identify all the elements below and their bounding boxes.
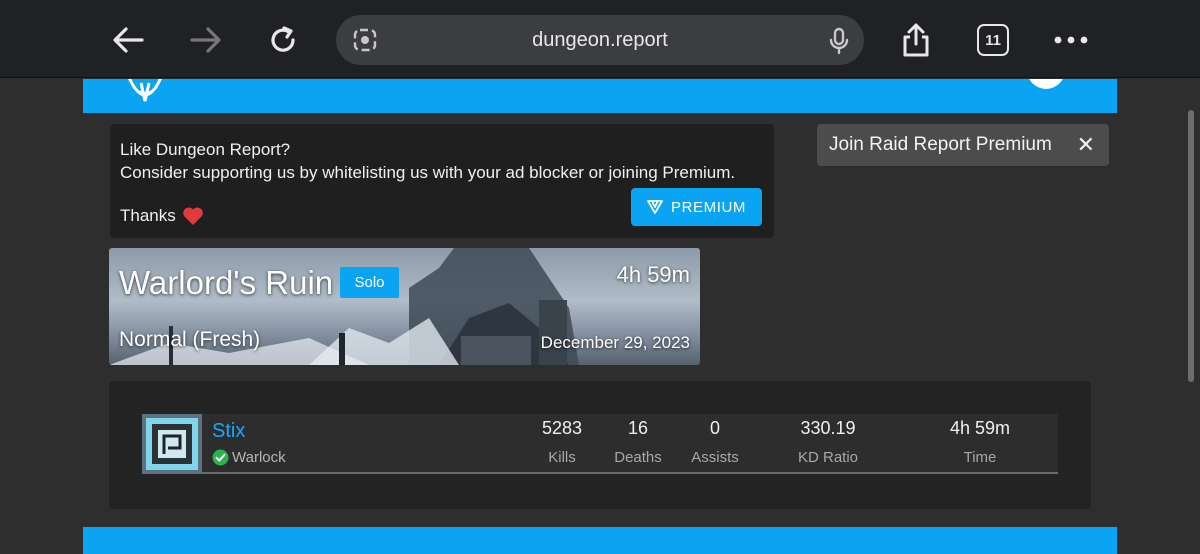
- ad-notice-message: Consider supporting us by whitelisting u…: [120, 163, 736, 182]
- site-logo-icon[interactable]: [119, 79, 171, 112]
- thanks-line: Thanks: [120, 204, 204, 227]
- tab-count: 11: [977, 24, 1009, 56]
- forward-button[interactable]: [180, 14, 232, 66]
- ad-notice-heading: Like Dungeon Report?: [120, 140, 291, 159]
- activity-banner: Warlord's Ruin Solo 4h 59m Normal (Fresh…: [109, 248, 700, 365]
- activity-difficulty: Normal (Fresh): [119, 328, 261, 351]
- user-avatar[interactable]: [1027, 79, 1065, 89]
- stat-assists: 0 Assists: [675, 418, 755, 466]
- activity-duration: 4h 59m: [616, 262, 690, 287]
- stat-label: Assists: [691, 449, 739, 466]
- page-scrollbar[interactable]: [1188, 110, 1194, 382]
- player-class-label: Warlock: [232, 449, 286, 466]
- activity-date: December 29, 2023: [540, 333, 690, 352]
- stat-deaths: 16 Deaths: [598, 418, 678, 466]
- browser-toolbar: dungeon.report 11: [0, 0, 1200, 78]
- share-button[interactable]: [890, 14, 942, 66]
- solo-badge: Solo: [340, 267, 399, 298]
- reload-button[interactable]: [257, 14, 309, 66]
- stat-label: Kills: [548, 449, 576, 466]
- menu-button[interactable]: [1045, 14, 1097, 66]
- toast-text: Join Raid Report Premium: [829, 134, 1052, 155]
- share-icon: [903, 23, 929, 57]
- thanks-text: Thanks: [120, 206, 176, 225]
- premium-toast[interactable]: Join Raid Report Premium ✕: [817, 124, 1109, 166]
- close-icon[interactable]: ✕: [1077, 134, 1095, 156]
- stat-value: 330.19: [800, 418, 856, 438]
- player-name-link[interactable]: Stix: [212, 420, 245, 443]
- stat-label: Time: [963, 449, 997, 466]
- stat-kills: 5283 Kills: [522, 418, 602, 466]
- activity-title: Warlord's Ruin: [119, 264, 334, 301]
- footer-bar: [83, 527, 1117, 554]
- stat-value: 0: [709, 418, 720, 438]
- stat-value: 4h 59m: [949, 418, 1011, 438]
- premium-icon: [647, 200, 663, 214]
- stat-label: KD Ratio: [797, 449, 859, 466]
- player-emblem-icon: [142, 414, 202, 474]
- microphone-icon[interactable]: [828, 27, 850, 60]
- stat-value: 5283: [541, 418, 583, 438]
- reload-icon: [271, 26, 295, 52]
- heart-icon: [182, 206, 203, 225]
- tabs-button[interactable]: 11: [967, 14, 1019, 66]
- player-class: Warlock: [212, 449, 286, 466]
- stat-kd-ratio: 330.19 KD Ratio: [778, 418, 878, 466]
- more-icon: [1054, 36, 1088, 44]
- stat-label: Deaths: [614, 449, 662, 466]
- stat-value: 16: [627, 418, 649, 438]
- player-panel: Stix Warlock 5283 Kills 16 Deaths 0 Assi…: [109, 381, 1091, 509]
- url-text: dungeon.report: [532, 29, 668, 51]
- site-header: [83, 79, 1117, 113]
- stat-time: 4h 59m Time: [930, 418, 1030, 466]
- verified-check-icon: [212, 449, 229, 466]
- arrow-left-icon: [113, 27, 144, 53]
- arrow-right-icon: [190, 27, 221, 53]
- back-button[interactable]: [102, 14, 154, 66]
- player-row[interactable]: Stix Warlock 5283 Kills 16 Deaths 0 Assi…: [142, 414, 1058, 474]
- address-bar[interactable]: dungeon.report: [336, 15, 864, 65]
- premium-button[interactable]: PREMIUM: [631, 188, 762, 226]
- premium-button-label: PREMIUM: [670, 198, 747, 216]
